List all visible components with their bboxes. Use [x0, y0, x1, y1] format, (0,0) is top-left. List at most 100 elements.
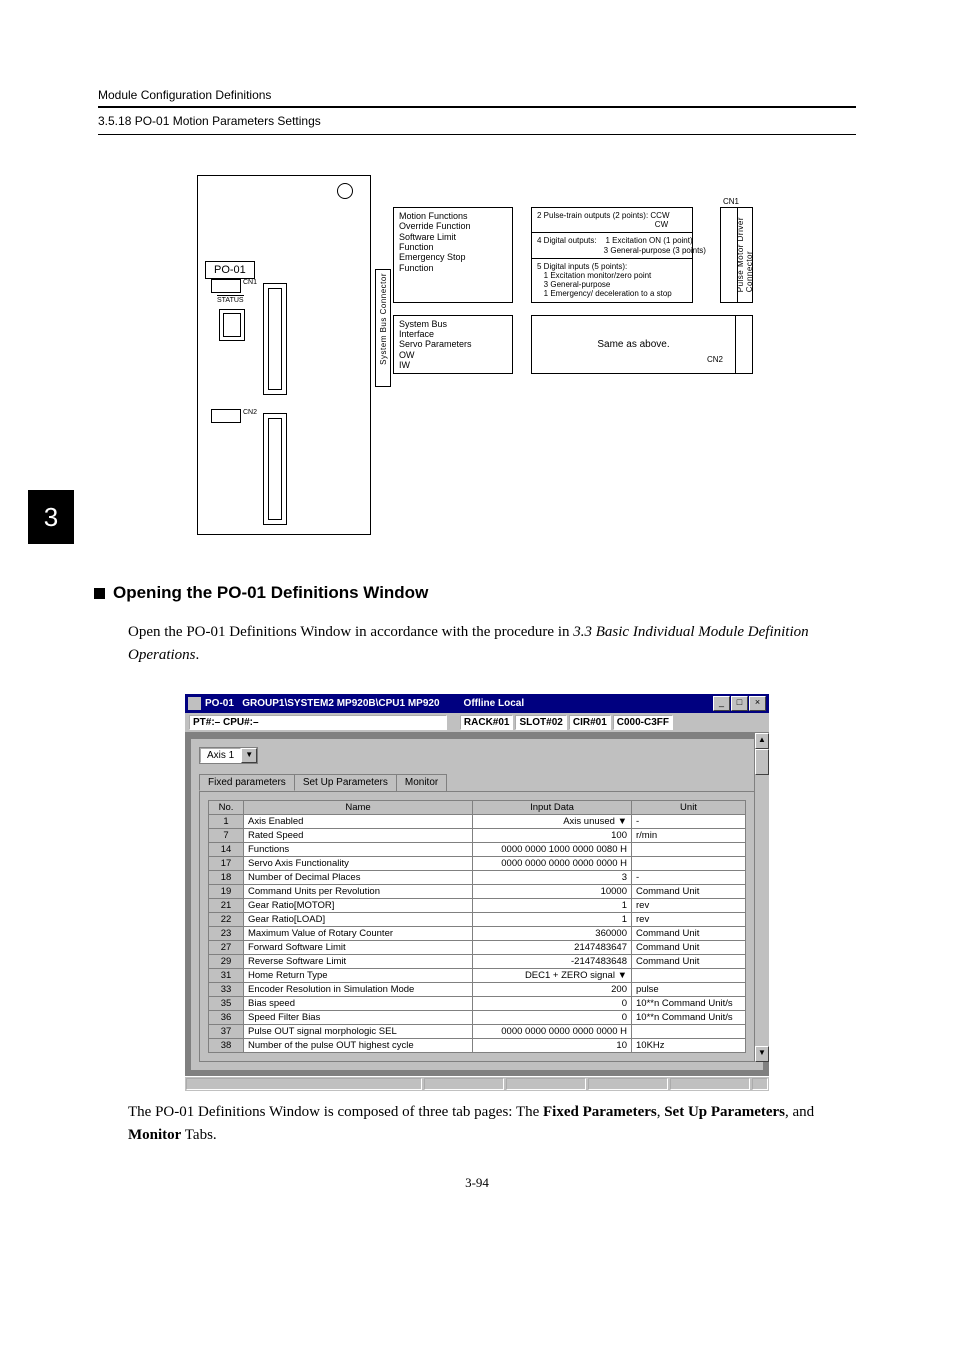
- table-row[interactable]: 27Forward Software Limit2147483647Comman…: [209, 940, 746, 954]
- info-slot: SLOT#02: [515, 715, 566, 730]
- cell-name: Number of Decimal Places: [244, 870, 473, 884]
- tab-monitor[interactable]: Monitor: [396, 774, 447, 791]
- cell-input[interactable]: 100: [473, 828, 632, 842]
- table-row[interactable]: 33Encoder Resolution in Simulation Mode2…: [209, 982, 746, 996]
- table-row[interactable]: 35Bias speed010**n Command Unit/s: [209, 996, 746, 1010]
- vertical-scrollbar[interactable]: ▲ ▼: [754, 733, 769, 1062]
- cell-no: 38: [209, 1038, 244, 1052]
- table-row[interactable]: 23Maximum Value of Rotary Counter360000C…: [209, 926, 746, 940]
- title-path: GROUP1\SYSTEM2 MP920B\CPU1 MP920: [242, 698, 439, 709]
- cell-input[interactable]: 360000: [473, 926, 632, 940]
- minimize-button[interactable]: _: [713, 696, 730, 711]
- cell-no: 19: [209, 884, 244, 898]
- table-row[interactable]: 17Servo Axis Functionality0000 0000 0000…: [209, 856, 746, 870]
- cell-name: Command Units per Revolution: [244, 884, 473, 898]
- cell-input[interactable]: 0: [473, 1010, 632, 1024]
- cell-unit: Command Unit: [632, 940, 746, 954]
- dia-rt1: 2 Pulse-train outputs (2 points): CCW CW: [531, 207, 693, 233]
- page-number: 3-94: [98, 1175, 856, 1191]
- table-row[interactable]: 38Number of the pulse OUT highest cycle1…: [209, 1038, 746, 1052]
- scroll-thumb[interactable]: [755, 749, 769, 775]
- axis-dropdown[interactable]: Axis 1 ▼: [199, 747, 258, 764]
- cell-input[interactable]: 200: [473, 982, 632, 996]
- cell-no: 18: [209, 870, 244, 884]
- cell-no: 1: [209, 814, 244, 828]
- table-row[interactable]: 36Speed Filter Bias010**n Command Unit/s: [209, 1010, 746, 1024]
- screw-icon: [337, 183, 353, 199]
- scroll-up-button[interactable]: ▲: [755, 733, 769, 749]
- dia-rt4: Same as above.: [531, 315, 736, 375]
- table-row[interactable]: 18Number of Decimal Places3-: [209, 870, 746, 884]
- chevron-down-icon[interactable]: ▼: [241, 748, 257, 763]
- col-input: Input Data: [473, 800, 632, 814]
- cell-no: 17: [209, 856, 244, 870]
- cell-name: Bias speed: [244, 996, 473, 1010]
- sysbus-connector-label: System Bus Connector: [379, 270, 388, 368]
- sysbus-connector-box: System Bus Connector: [375, 269, 391, 387]
- seven-seg-icon: [219, 309, 245, 341]
- led-cn1: [211, 279, 241, 293]
- cell-input[interactable]: 0000 0000 0000 0000 0000 H: [473, 856, 632, 870]
- close-button[interactable]: ×: [749, 696, 766, 711]
- tab-page: No. Name Input Data Unit 1Axis EnabledAx…: [199, 791, 755, 1062]
- app-icon: [188, 697, 201, 710]
- table-row[interactable]: 22Gear Ratio[LOAD]1rev: [209, 912, 746, 926]
- cell-name: Speed Filter Bias: [244, 1010, 473, 1024]
- cell-input[interactable]: 10000: [473, 884, 632, 898]
- module-diagram: PO-01 CN1 STATUS CN2 System Bus Connecto…: [197, 163, 757, 547]
- cell-no: 29: [209, 954, 244, 968]
- connector-cn2-icon: [263, 413, 287, 525]
- table-row[interactable]: 31Home Return TypeDEC1 + ZERO signal ▼: [209, 968, 746, 982]
- maximize-button[interactable]: □: [731, 696, 748, 711]
- cell-name: Home Return Type: [244, 968, 473, 982]
- cell-input[interactable]: DEC1 + ZERO signal ▼: [473, 968, 632, 982]
- table-row[interactable]: 1Axis EnabledAxis unused ▼-: [209, 814, 746, 828]
- cell-input[interactable]: 3: [473, 870, 632, 884]
- cell-input[interactable]: -2147483648: [473, 954, 632, 968]
- table-row[interactable]: 37Pulse OUT signal morphologic SEL0000 0…: [209, 1024, 746, 1038]
- axis-dropdown-value: Axis 1: [200, 748, 241, 763]
- cell-unit: [632, 968, 746, 982]
- cell-name: Gear Ratio[MOTOR]: [244, 898, 473, 912]
- cell-unit: -: [632, 814, 746, 828]
- col-unit: Unit: [632, 800, 746, 814]
- cn1-small-label: CN1: [243, 279, 257, 286]
- cell-input[interactable]: Axis unused ▼: [473, 814, 632, 828]
- cell-name: Rated Speed: [244, 828, 473, 842]
- cell-name: Number of the pulse OUT highest cycle: [244, 1038, 473, 1052]
- cell-unit: -: [632, 870, 746, 884]
- chapter-tab: 3: [28, 490, 74, 544]
- cell-input[interactable]: 10: [473, 1038, 632, 1052]
- cell-input[interactable]: 0000 0000 0000 0000 0000 H: [473, 1024, 632, 1038]
- cell-unit: rev: [632, 898, 746, 912]
- info-rack: RACK#01: [460, 715, 514, 730]
- dia-pmd-label: Pulse Motor Driver Connector: [736, 214, 754, 295]
- led-cn2: [211, 409, 241, 423]
- cell-no: 14: [209, 842, 244, 856]
- dia-rt2: 4 Digital outputs: 1 Excitation ON (1 po…: [531, 232, 693, 258]
- cell-input[interactable]: 2147483647: [473, 940, 632, 954]
- tab-fixed-parameters[interactable]: Fixed parameters: [199, 774, 295, 791]
- scroll-down-button[interactable]: ▼: [755, 1046, 769, 1062]
- cell-unit: [632, 1024, 746, 1038]
- cell-unit: pulse: [632, 982, 746, 996]
- cell-name: Maximum Value of Rotary Counter: [244, 926, 473, 940]
- tab-setup-parameters[interactable]: Set Up Parameters: [294, 774, 397, 791]
- table-row[interactable]: 29Reverse Software Limit-2147483648Comma…: [209, 954, 746, 968]
- table-row[interactable]: 14Functions0000 0000 1000 0000 0080 H: [209, 842, 746, 856]
- cell-unit: Command Unit: [632, 926, 746, 940]
- cell-input[interactable]: 0000 0000 1000 0000 0080 H: [473, 842, 632, 856]
- table-row[interactable]: 19Command Units per Revolution10000Comma…: [209, 884, 746, 898]
- col-no: No.: [209, 800, 244, 814]
- connector-cn1-icon: [263, 283, 287, 395]
- cell-input[interactable]: 1: [473, 898, 632, 912]
- table-row[interactable]: 21Gear Ratio[MOTOR]1rev: [209, 898, 746, 912]
- cell-no: 33: [209, 982, 244, 996]
- cell-name: Servo Axis Functionality: [244, 856, 473, 870]
- section-heading: Opening the PO-01 Definitions Window: [113, 583, 428, 603]
- parameter-grid[interactable]: No. Name Input Data Unit 1Axis EnabledAx…: [208, 800, 746, 1053]
- cell-input[interactable]: 1: [473, 912, 632, 926]
- cell-input[interactable]: 0: [473, 996, 632, 1010]
- work-area: Axis 1 ▼ Fixed parameters Set Up Paramet…: [185, 733, 769, 1076]
- table-row[interactable]: 7Rated Speed100r/min: [209, 828, 746, 842]
